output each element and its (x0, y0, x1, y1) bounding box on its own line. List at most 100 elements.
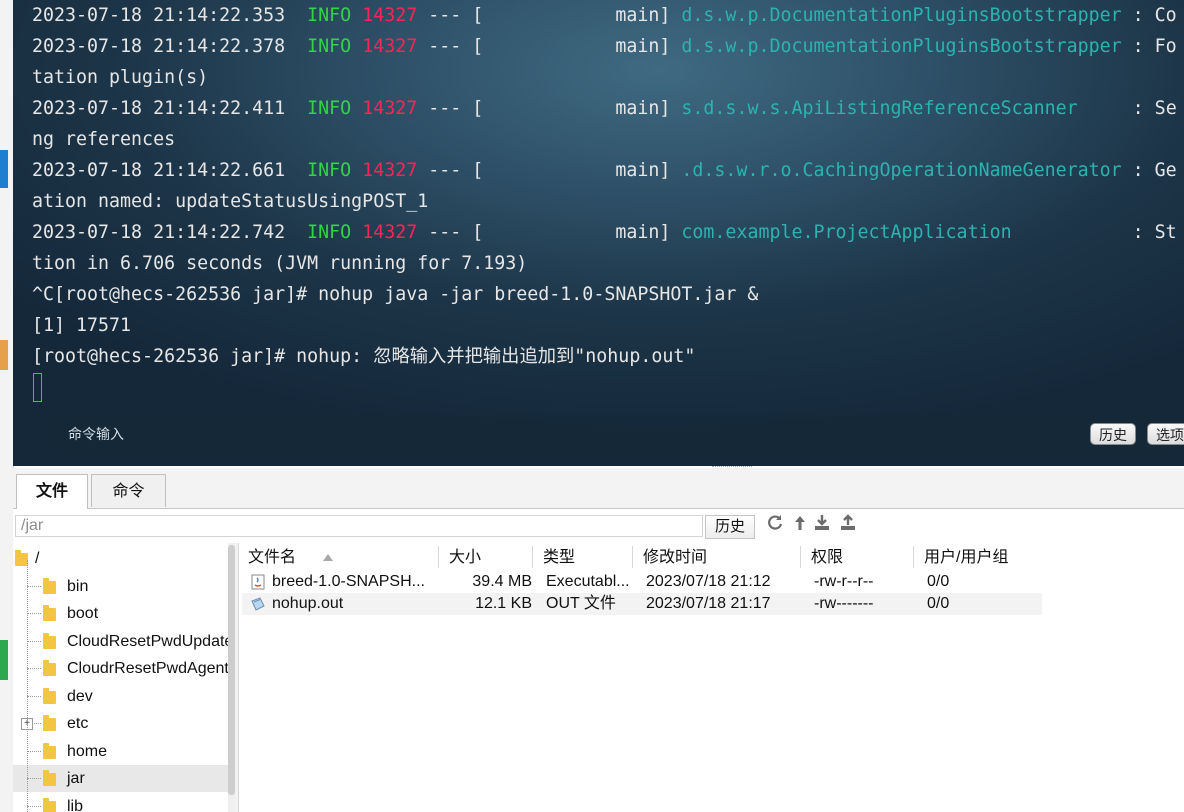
terminal-line: 2023-07-18 21:14:22.353 INFO 14327 --- [… (32, 0, 1177, 31)
log-space (351, 160, 362, 181)
file-panel: 文件 命令 /jar 历史 / bin boot CloudResetPwdUpdat… (13, 468, 1184, 812)
command-input-bar[interactable]: 命令输入 (48, 415, 1184, 451)
tree-item-label: CloudResetPwdUpdateAgent (67, 632, 235, 650)
tree-item-cloudresetpwdupdateagent[interactable]: CloudResetPwdUpdateAgent (13, 628, 235, 655)
tree-branch-line (27, 613, 41, 614)
log-thread: main] (615, 5, 682, 26)
terminal-line-text: [root@hecs-262536 jar]# nohup: 忽略输入并把输出追… (32, 346, 696, 367)
edge-accent (0, 150, 8, 188)
log-timestamp: 2023-07-18 21:14:22.411 (32, 98, 308, 119)
terminal-line-text: ation named: updateStatusUsingPOST_1 (32, 191, 429, 212)
log-pid: 14327 (362, 160, 418, 181)
file-list[interactable]: 文件名 大小 类型 修改时间 权限 用户/用户组 breed-1.0-SNAPSH... 3… (240, 543, 1184, 812)
tab-commands[interactable]: 命令 (91, 474, 166, 507)
log-pid: 14327 (362, 98, 418, 119)
tree-item-label: bin (67, 577, 89, 595)
terminal-line-text: tion in 6.706 seconds (JVM running for 7… (32, 253, 528, 274)
out-file-icon (250, 596, 266, 612)
tree-guide-line (27, 560, 28, 812)
log-level: INFO (307, 160, 352, 181)
up-dir-icon[interactable] (790, 514, 810, 536)
log-logger: .d.s.w.r.o.CachingOperationNameGenerator (681, 160, 1122, 181)
tree-item-label: etc (67, 715, 89, 732)
terminal-line: ^C[root@hecs-262536 jar]# nohup java -ja… (32, 279, 758, 310)
tree-item-home[interactable]: home (13, 738, 235, 765)
tree-branch-line (27, 668, 41, 669)
path-history-button[interactable]: 历史 (705, 515, 755, 539)
folder-icon (43, 742, 56, 759)
terminal-pane[interactable]: 2023-07-18 21:14:22.353 INFO 14327 --- [… (13, 0, 1184, 466)
column-header[interactable]: 文件名 (248, 547, 296, 569)
terminal-line: [1] 17571 (32, 310, 131, 341)
folder-icon (43, 660, 56, 676)
file-row[interactable]: breed-1.0-SNAPSH... 39.4 MB Executabl... 20… (242, 571, 1042, 593)
terminal-options-button[interactable]: 选项 (1147, 423, 1184, 445)
upload-icon[interactable] (838, 514, 858, 536)
tree-item-jar[interactable]: jar (13, 765, 235, 792)
terminal-line: 2023-07-18 21:14:22.661 INFO 14327 --- [… (32, 155, 1177, 186)
tree-item-label: / (35, 550, 40, 567)
tree-item-etc[interactable]: + etc (13, 710, 235, 737)
command-input-placeholder: 命令输入 (68, 426, 124, 442)
column-divider[interactable] (800, 546, 801, 568)
sort-ascending-icon[interactable] (322, 547, 334, 569)
file-size: 39.4 MB (472, 573, 532, 590)
tree-item-label: jar (67, 770, 85, 787)
tree-branch-line (27, 640, 41, 642)
tree-branch-line (27, 695, 41, 697)
tree-item-label: home (67, 742, 108, 760)
path-text: /jar (21, 517, 44, 534)
refresh-icon[interactable] (765, 514, 785, 536)
column-divider[interactable] (632, 546, 633, 568)
log-timestamp: 2023-07-18 21:14:22.378 (32, 36, 308, 57)
tree-branch-line (27, 805, 41, 807)
file-row[interactable]: nohup.out 12.1 KB OUT 文件 2023/07/18 21:17 -r… (242, 593, 1042, 615)
column-divider[interactable] (532, 546, 533, 568)
log-logger: s.d.s.w.s.ApiListingReferenceScanner (681, 98, 1078, 119)
log-level: INFO (307, 98, 352, 119)
tree-item-bin[interactable]: bin (13, 573, 235, 600)
terminal-line: tation plugin(s) (32, 62, 208, 93)
column-header[interactable]: 类型 (543, 547, 575, 569)
log-thread: main] (615, 36, 682, 57)
log-logger: d.s.w.p.DocumentationPluginsBootstrapper (681, 36, 1122, 57)
log-logger: com.example.ProjectApplication (681, 222, 1012, 243)
log-thread: main] (615, 222, 682, 243)
column-header[interactable]: 修改时间 (643, 547, 707, 569)
file-mtime: 2023/07/18 21:12 (646, 573, 771, 590)
column-header[interactable]: 用户/用户组 (924, 547, 1008, 569)
tree-item-cloudrresetpwdagent[interactable]: CloudrResetPwdAgent (13, 655, 235, 682)
log-level: INFO (307, 36, 352, 57)
log-level: INFO (307, 222, 352, 243)
column-divider[interactable] (438, 546, 439, 568)
edge-accent (0, 640, 8, 680)
adjacent-window-edge (0, 0, 14, 812)
terminal-history-button[interactable]: 历史 (1090, 423, 1136, 445)
path-input[interactable]: /jar (15, 515, 703, 537)
terminal-line: 2023-07-18 21:14:22.742 INFO 14327 --- [… (32, 217, 1177, 248)
log-space (351, 5, 362, 26)
download-icon[interactable] (812, 514, 832, 536)
folder-icon (43, 577, 56, 594)
tab-files[interactable]: 文件 (16, 474, 88, 509)
tree-item-dev[interactable]: dev (13, 683, 235, 710)
file-owner: 0/0 (927, 595, 950, 612)
log-space (351, 222, 362, 243)
file-permissions: -rw------- (814, 595, 874, 612)
folder-icon (43, 770, 56, 786)
log-message: : Co (1121, 5, 1177, 26)
tree-splitter-line (238, 543, 239, 812)
log-message: : Ge (1121, 160, 1177, 181)
folder-icon (43, 715, 56, 731)
column-divider[interactable] (913, 546, 914, 568)
column-header[interactable]: 大小 (449, 547, 481, 569)
directory-tree[interactable]: / bin boot CloudResetPwdUpdateAgent CloudrRe… (13, 543, 235, 812)
tree-branch-line (27, 585, 41, 587)
column-header[interactable]: 权限 (811, 547, 843, 569)
panel-tab-strip: 文件 命令 (13, 468, 1184, 509)
tree-scrollbar-thumb[interactable] (228, 545, 235, 795)
tree-item-boot[interactable]: boot (13, 600, 235, 627)
tree-item-lib[interactable]: lib (13, 793, 235, 812)
tree-item-[interactable]: / (13, 545, 235, 572)
folder-icon (43, 605, 56, 621)
